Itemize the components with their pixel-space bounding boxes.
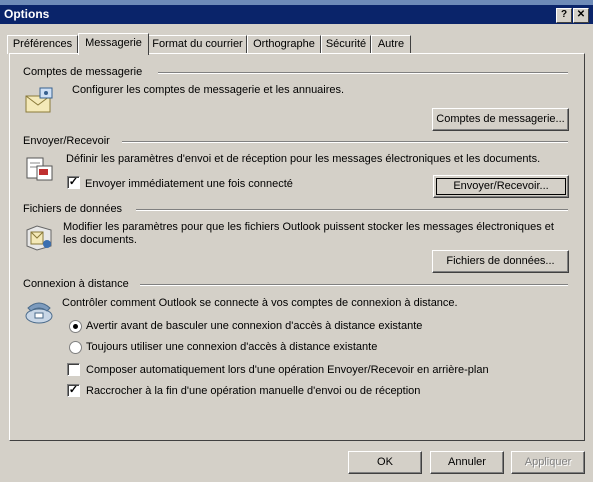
send-receive-description: Définir les paramètres d'envoi et de réc… <box>66 153 541 165</box>
apply-button[interactable]: Appliquer <box>511 451 585 474</box>
accounts-heading: Comptes de messagerie <box>23 66 143 78</box>
tab-orthographe[interactable]: Orthographe <box>247 35 321 54</box>
dialup-heading: Connexion à distance <box>23 278 129 290</box>
help-button[interactable]: ? <box>556 8 572 23</box>
warn-before-switch-label: Avertir avant de basculer une connexion … <box>86 320 423 332</box>
always-use-existing-label: Toujours utiliser une connexion d'accès … <box>86 341 378 353</box>
email-accounts-icon <box>25 87 53 113</box>
accounts-divider <box>158 72 568 74</box>
dialup-divider <box>140 284 568 286</box>
hang-up-checkbox[interactable]: ✓ <box>67 384 80 397</box>
email-accounts-button[interactable]: Comptes de messagerie... <box>432 108 569 131</box>
tab-messagerie[interactable]: Messagerie <box>78 33 149 55</box>
send-receive-divider <box>122 141 568 143</box>
auto-dial-label: Composer automatiquement lors d'une opér… <box>86 364 489 376</box>
send-receive-button[interactable]: Envoyer/Recevoir... <box>433 175 569 198</box>
send-immediately-checkbox[interactable]: ✓ <box>67 176 80 189</box>
window-title: Options <box>4 7 50 21</box>
always-use-existing-radio[interactable] <box>69 341 82 354</box>
dialup-description: Contrôler comment Outlook se connecte à … <box>62 297 458 309</box>
warn-before-switch-radio[interactable] <box>69 320 82 333</box>
data-files-divider <box>136 209 568 211</box>
tab-preferences[interactable]: Préférences <box>7 35 78 54</box>
title-bar: Options ? ✕ <box>0 5 593 24</box>
send-receive-heading: Envoyer/Recevoir <box>23 135 110 147</box>
telephone-icon <box>25 302 53 324</box>
tab-securite[interactable]: Sécurité <box>321 35 371 54</box>
tab-panel-messagerie: Comptes de messagerie Configurer les com… <box>9 53 585 441</box>
cancel-button[interactable]: Annuler <box>430 451 504 474</box>
tab-autre[interactable]: Autre <box>371 35 411 54</box>
ok-button[interactable]: OK <box>348 451 422 474</box>
data-files-icon <box>26 225 52 251</box>
tab-format-courrier[interactable]: Format du courrier <box>148 35 247 54</box>
auto-dial-checkbox[interactable] <box>67 363 80 376</box>
accounts-description: Configurer les comptes de messagerie et … <box>72 84 345 96</box>
send-receive-icon <box>26 157 53 181</box>
send-immediately-label: Envoyer immédiatement une fois connecté <box>85 178 293 190</box>
data-files-button[interactable]: Fichiers de données... <box>432 250 569 273</box>
close-button[interactable]: ✕ <box>573 8 589 23</box>
data-files-heading: Fichiers de données <box>23 203 123 215</box>
data-files-description: Modifier les paramètres pour que les fic… <box>63 221 554 246</box>
hang-up-label: Raccrocher à la fin d'une opération manu… <box>86 385 421 397</box>
